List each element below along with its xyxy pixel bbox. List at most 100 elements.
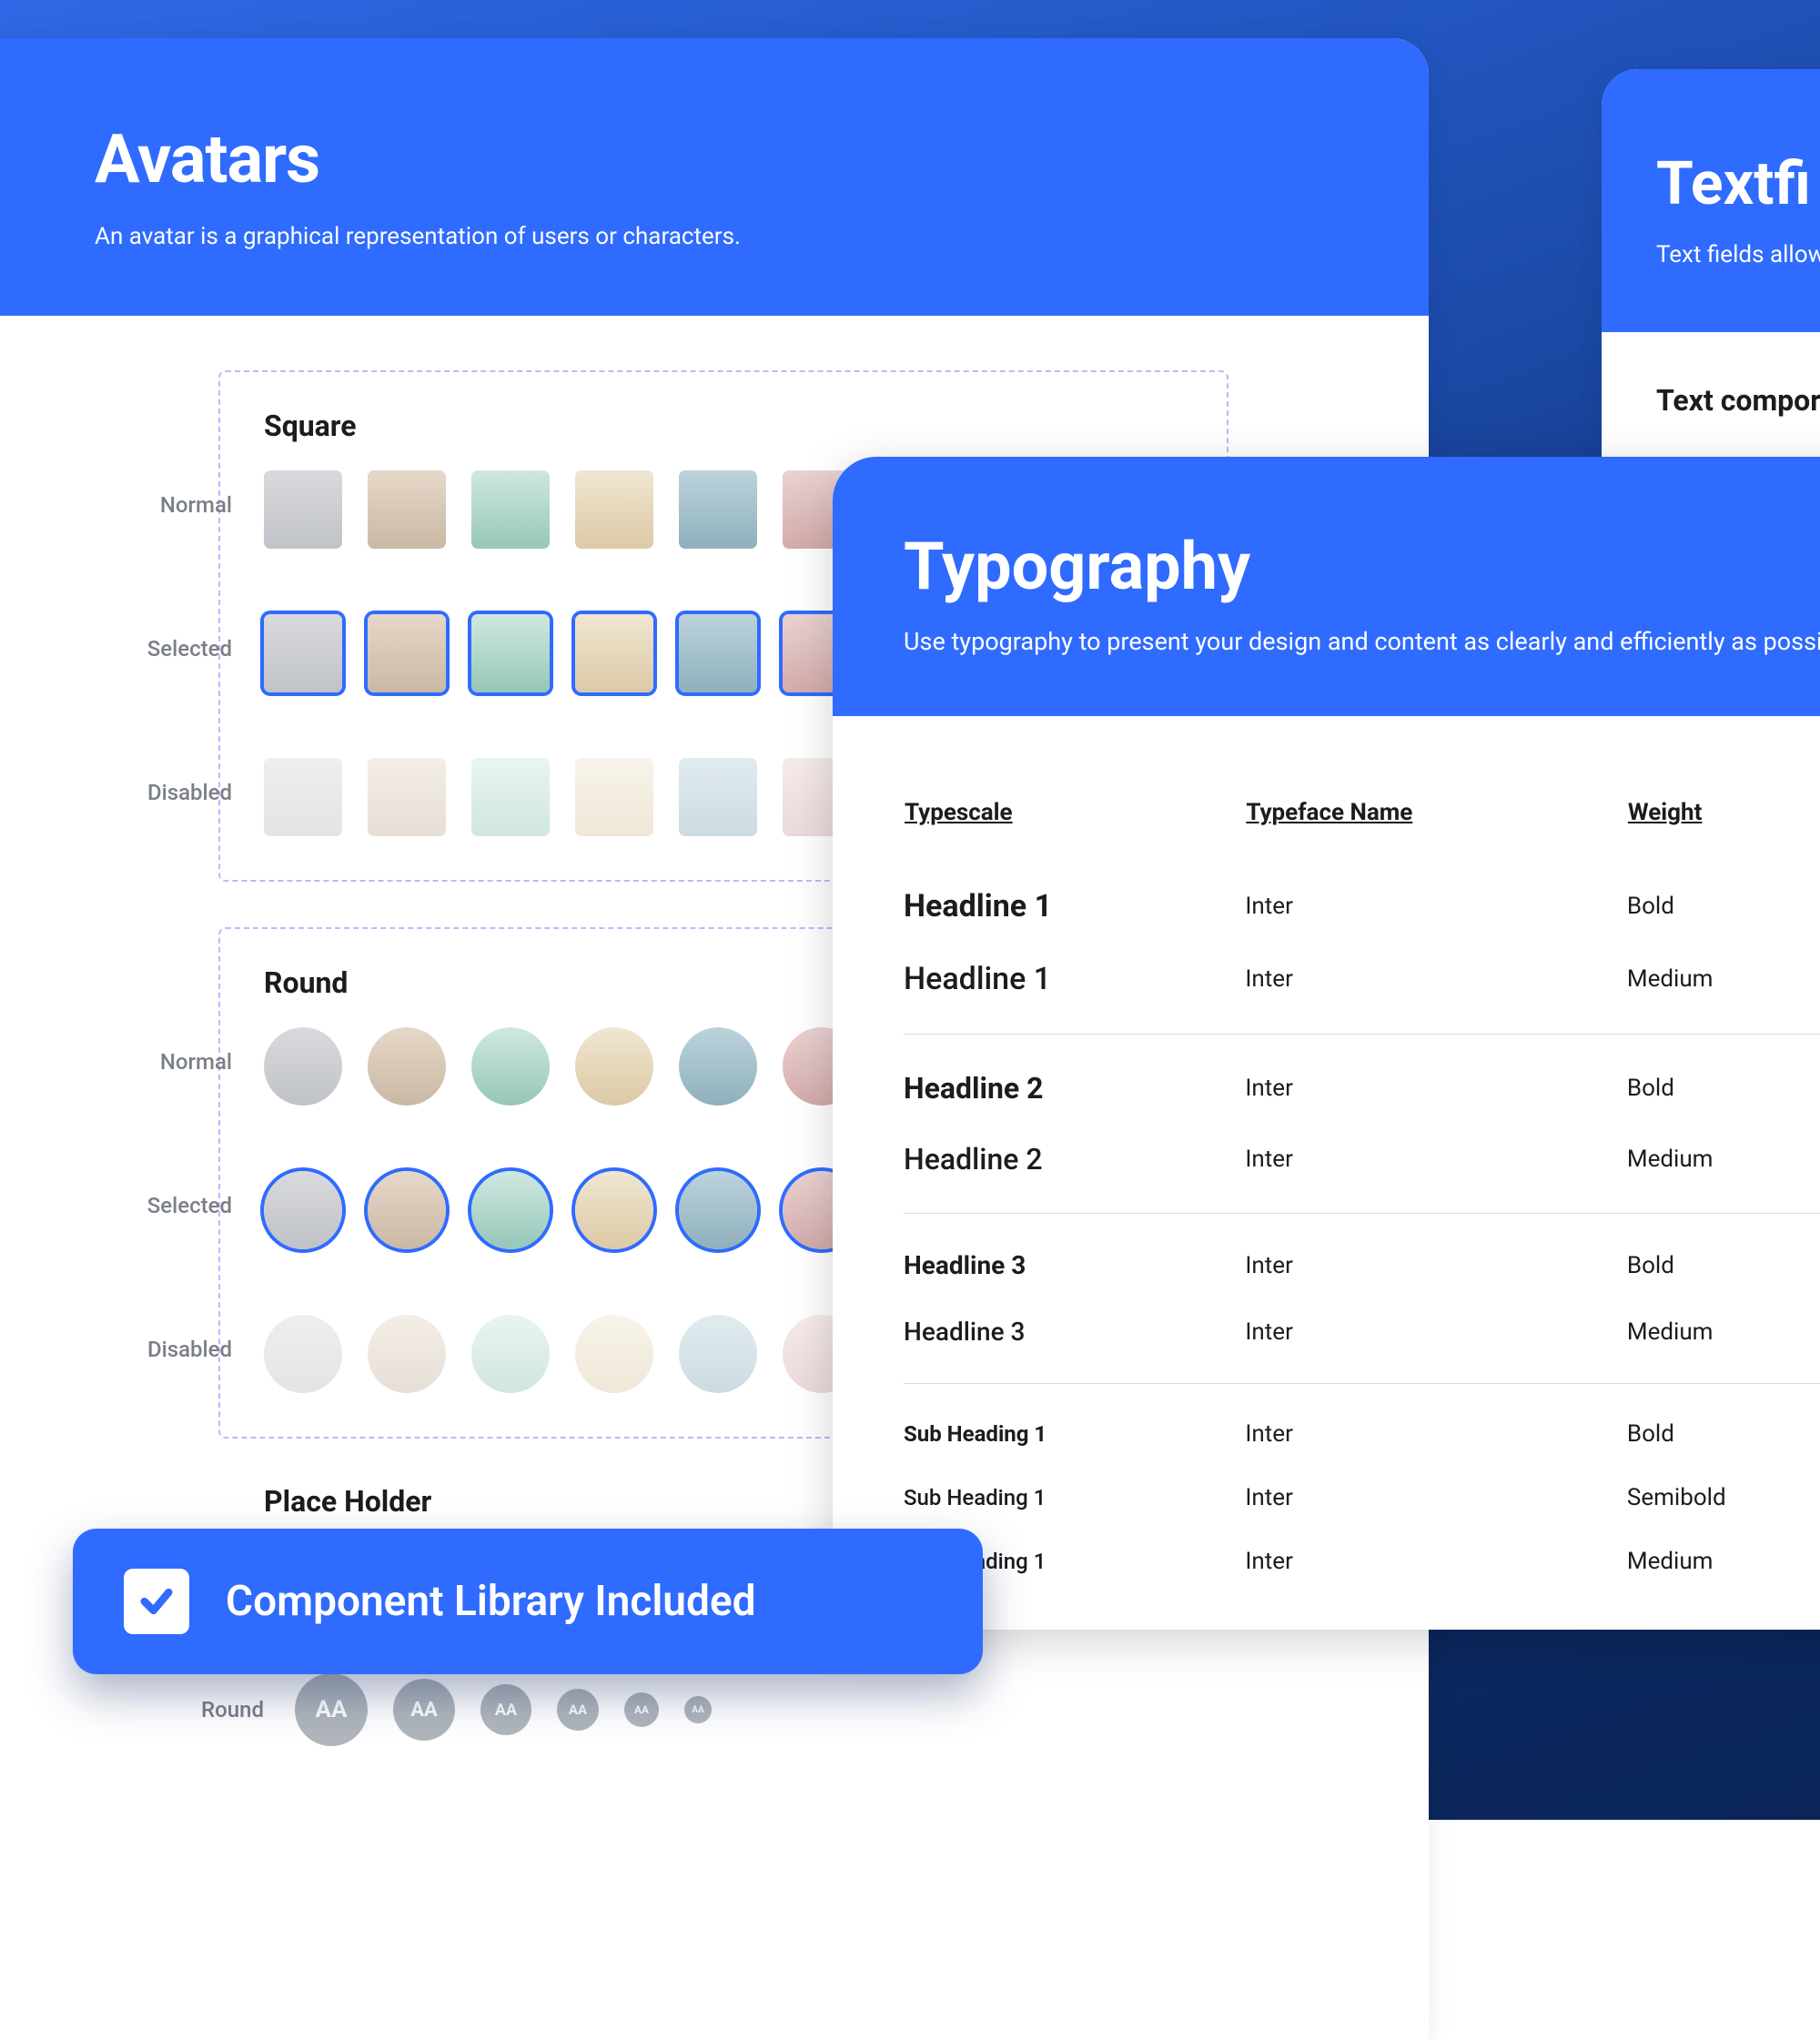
avatars-header: Avatars An avatar is a graphical represe…: [0, 38, 1429, 316]
check-box-icon: [124, 1569, 189, 1634]
avatar[interactable]: [679, 1027, 757, 1106]
typography-table: Typescale Typeface Name Weight Headline …: [904, 798, 1820, 1593]
avatar-selected[interactable]: [368, 1171, 446, 1249]
avatar-selected[interactable]: [264, 614, 342, 692]
placeholder-avatar[interactable]: AA: [480, 1684, 531, 1735]
typescale-cell: Sub Heading 1: [904, 1466, 1245, 1530]
typography-subtitle: Use typography to present your design an…: [904, 627, 1820, 656]
avatar-disabled: [368, 758, 446, 836]
avatar-disabled: [575, 758, 653, 836]
avatar-selected[interactable]: [471, 1171, 550, 1249]
textfields-body: Text compor: [1602, 332, 1820, 469]
col-typeface: Typeface Name: [1245, 798, 1627, 870]
banner-label: Component Library Included: [226, 1577, 756, 1626]
avatar[interactable]: [575, 1027, 653, 1106]
avatar-disabled: [679, 1315, 757, 1393]
avatar[interactable]: [264, 1027, 342, 1106]
textfields-subtitle: Text fields allow u: [1656, 241, 1820, 268]
avatar-selected[interactable]: [368, 614, 446, 692]
col-typescale: Typescale: [904, 798, 1245, 870]
row-label-normal: Normal: [68, 492, 232, 518]
typography-row: Headline 2InterBold: [904, 1035, 1820, 1125]
typography-title: Typography: [904, 528, 1820, 605]
avatar[interactable]: [368, 470, 446, 549]
typeface-cell: Inter: [1245, 1124, 1627, 1214]
avatar[interactable]: [264, 470, 342, 549]
avatar[interactable]: [368, 1027, 446, 1106]
typescale-cell: Headline 2: [904, 1035, 1245, 1125]
typeface-cell: Inter: [1245, 870, 1627, 943]
placeholder-sizes: AA AA AA AA AA AA: [295, 1673, 712, 1746]
avatar-disabled: [264, 1315, 342, 1393]
typography-header: Typography Use typography to present you…: [833, 457, 1820, 716]
typeface-cell: Inter: [1245, 1298, 1627, 1384]
avatar-selected[interactable]: [679, 614, 757, 692]
row-label-round: Round: [136, 1697, 264, 1722]
textfields-title: Textfi: [1656, 149, 1820, 219]
weight-cell: Semibold: [1627, 1466, 1820, 1530]
row-label-normal: Normal: [68, 1049, 232, 1075]
textfields-section-heading: Text compor: [1656, 383, 1820, 418]
typography-row: Sub Heading 1InterMedium: [904, 1530, 1820, 1593]
section-title-square: Square: [264, 409, 1183, 443]
typescale-cell: Headline 2: [904, 1124, 1245, 1214]
placeholder-avatar[interactable]: AA: [393, 1679, 455, 1741]
avatar[interactable]: [679, 470, 757, 549]
avatar-disabled: [471, 1315, 550, 1393]
weight-cell: Medium: [1627, 943, 1820, 1035]
row-label-selected: Selected: [68, 636, 232, 661]
typeface-cell: Inter: [1245, 1035, 1627, 1125]
typeface-cell: Inter: [1245, 1214, 1627, 1299]
avatar-disabled: [679, 758, 757, 836]
typography-row: Sub Heading 1InterSemibold: [904, 1466, 1820, 1530]
avatars-title: Avatars: [95, 120, 1338, 199]
textfields-header: Textfi Text fields allow u: [1602, 69, 1820, 332]
avatar-selected[interactable]: [575, 614, 653, 692]
typeface-cell: Inter: [1245, 1530, 1627, 1593]
avatar-selected[interactable]: [264, 1171, 342, 1249]
placeholder-avatar[interactable]: AA: [295, 1673, 368, 1746]
textfields-card: Textfi Text fields allow u Text compor: [1602, 69, 1820, 469]
weight-cell: Bold: [1627, 1035, 1820, 1125]
component-library-banner: Component Library Included: [73, 1529, 983, 1674]
typeface-cell: Inter: [1245, 1466, 1627, 1530]
typography-body: Typescale Typeface Name Weight Headline …: [833, 716, 1820, 1630]
typography-row: Headline 1InterBold: [904, 870, 1820, 943]
avatars-subtitle: An avatar is a graphical representation …: [95, 223, 1338, 250]
row-label-disabled: Disabled: [68, 1337, 232, 1362]
weight-cell: Medium: [1627, 1530, 1820, 1593]
typescale-cell: Headline 3: [904, 1214, 1245, 1299]
placeholder-avatar[interactable]: AA: [684, 1696, 712, 1723]
placeholder-avatar[interactable]: AA: [557, 1689, 599, 1731]
typescale-cell: Sub Heading 1: [904, 1384, 1245, 1467]
avatar[interactable]: [575, 470, 653, 549]
typography-row: Headline 1InterMedium: [904, 943, 1820, 1035]
avatar-selected[interactable]: [575, 1171, 653, 1249]
avatar-disabled: [471, 758, 550, 836]
weight-cell: Bold: [1627, 1384, 1820, 1467]
avatar-selected[interactable]: [471, 614, 550, 692]
typography-row: Headline 3InterMedium: [904, 1298, 1820, 1384]
typeface-cell: Inter: [1245, 943, 1627, 1035]
avatar-selected[interactable]: [679, 1171, 757, 1249]
avatar-disabled: [264, 758, 342, 836]
weight-cell: Bold: [1627, 1214, 1820, 1299]
avatar-disabled: [575, 1315, 653, 1393]
avatar[interactable]: [471, 470, 550, 549]
col-weight: Weight: [1627, 798, 1820, 870]
typography-row: Headline 2InterMedium: [904, 1124, 1820, 1214]
avatar-disabled: [368, 1315, 446, 1393]
typography-row: Sub Heading 1InterBold: [904, 1384, 1820, 1467]
typescale-cell: Headline 1: [904, 870, 1245, 943]
row-label-disabled: Disabled: [68, 780, 232, 805]
placeholder-avatar[interactable]: AA: [624, 1692, 659, 1727]
weight-cell: Medium: [1627, 1124, 1820, 1214]
typescale-cell: Headline 1: [904, 943, 1245, 1035]
avatar[interactable]: [471, 1027, 550, 1106]
typescale-cell: Headline 3: [904, 1298, 1245, 1384]
weight-cell: Bold: [1627, 870, 1820, 943]
typeface-cell: Inter: [1245, 1384, 1627, 1467]
row-label-selected: Selected: [68, 1193, 232, 1218]
weight-cell: Medium: [1627, 1298, 1820, 1384]
placeholder-row-round: Round AA AA AA AA AA AA: [136, 1673, 1383, 1746]
